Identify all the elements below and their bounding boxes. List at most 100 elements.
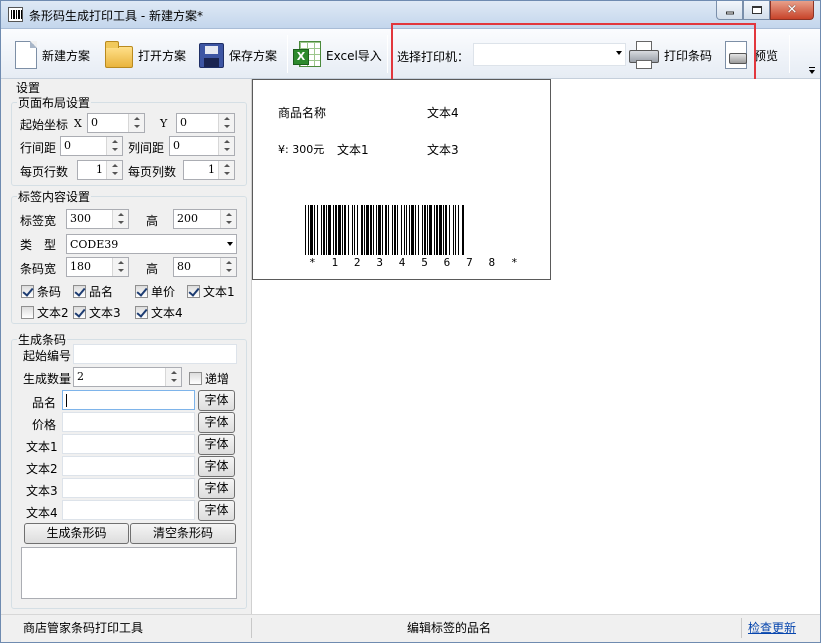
app-window: 条形码生成打印工具 - 新建方案* ✕ 新建方案 打开方案 保存方案 X Exc…: [0, 0, 821, 643]
check-label: 文本1: [203, 285, 235, 299]
window-controls: ✕: [716, 1, 814, 21]
barcode-width-input[interactable]: 180: [66, 257, 129, 277]
label-height-input[interactable]: 200: [173, 209, 237, 229]
spinner-arrows-icon[interactable]: [220, 210, 236, 228]
generate-barcode-button[interactable]: 生成条形码: [24, 523, 129, 544]
text1-font-button[interactable]: 字体: [198, 434, 235, 455]
increment-checkbox[interactable]: 递增: [189, 370, 229, 387]
barcode-human-readable: * 1 2 3 4 5 6 7 8 *: [309, 256, 523, 269]
cols-per-page-value: 1: [208, 163, 215, 176]
row-gap-value: 0: [64, 139, 71, 152]
type-label: 类 型: [20, 238, 57, 252]
clear-barcode-button[interactable]: 清空条形码: [130, 523, 236, 544]
text4-font-button[interactable]: 字体: [198, 500, 235, 521]
barcode-app-icon: [8, 7, 23, 22]
text3-input[interactable]: [62, 478, 195, 498]
text2-font-button[interactable]: 字体: [198, 456, 235, 477]
status-divider: [251, 618, 252, 638]
x-input[interactable]: 0: [87, 113, 145, 133]
preview-text3: 文本3: [427, 143, 459, 157]
col-gap-input[interactable]: 0: [169, 136, 235, 156]
barcode-bar: [458, 205, 459, 255]
barcode-bar: [406, 205, 407, 255]
barcode-width-label: 条码宽: [20, 262, 57, 276]
product-name-font-button[interactable]: 字体: [198, 390, 235, 411]
spinner-arrows-icon[interactable]: [112, 258, 128, 276]
barcode-bar: [418, 205, 419, 255]
open-scheme-button[interactable]: 打开方案: [105, 37, 186, 73]
row-gap-label: 行间距: [20, 141, 57, 155]
product-name-input[interactable]: [62, 390, 195, 410]
checkbox-icon: [73, 285, 86, 298]
x-value: 0: [91, 116, 98, 129]
check-text1[interactable]: 文本1: [187, 283, 235, 300]
excel-import-label: Excel导入: [326, 48, 382, 63]
text3-font-button[interactable]: 字体: [198, 478, 235, 499]
toolbar-separator: [387, 35, 388, 73]
start-coord-label: 起始坐标: [20, 118, 69, 132]
label-width-input[interactable]: 300: [66, 209, 129, 229]
toolbar-separator: [789, 35, 790, 73]
barcode-bar: [317, 205, 318, 255]
spinner-arrows-icon[interactable]: [128, 114, 144, 132]
price-font-button[interactable]: 字体: [198, 412, 235, 433]
check-text4[interactable]: 文本4: [135, 304, 183, 321]
barcode-bar: [308, 205, 309, 255]
barcode-type-select[interactable]: CODE39: [66, 234, 237, 254]
spinner-arrows-icon[interactable]: [218, 114, 234, 132]
barcode-bar: [415, 205, 416, 255]
col-gap-value: 0: [173, 139, 180, 152]
barcode-bar: [361, 205, 363, 255]
barcode-bar: [434, 205, 435, 255]
product-name-label: 品名: [32, 396, 57, 410]
cols-per-page-input[interactable]: 1: [183, 160, 235, 180]
text4-input[interactable]: [62, 500, 195, 520]
barcode-bar: [436, 205, 438, 255]
layout-group-title: 页面布局设置: [17, 94, 92, 111]
new-scheme-button[interactable]: 新建方案: [15, 37, 90, 73]
check-text3[interactable]: 文本3: [73, 304, 121, 321]
save-scheme-button[interactable]: 保存方案: [199, 37, 277, 73]
check-text2[interactable]: 文本2: [21, 304, 69, 321]
check-barcode[interactable]: 条码: [21, 283, 61, 300]
x-label: X: [74, 117, 82, 130]
spinner-arrows-icon[interactable]: [165, 368, 181, 386]
spinner-arrows-icon[interactable]: [218, 161, 234, 179]
content-group-title: 标签内容设置: [17, 188, 92, 205]
spinner-arrows-icon[interactable]: [218, 137, 234, 155]
check-update-link[interactable]: 检查更新: [748, 619, 796, 636]
row-gap-input[interactable]: 0: [60, 136, 123, 156]
check-product-name[interactable]: 品名: [73, 283, 113, 300]
price-input[interactable]: [62, 412, 195, 432]
count-input[interactable]: 2: [73, 367, 182, 387]
spinner-arrows-icon[interactable]: [220, 258, 236, 276]
barcode-type-value: CODE39: [70, 238, 119, 251]
close-button[interactable]: ✕: [770, 1, 814, 20]
maximize-button[interactable]: [743, 1, 770, 20]
barcode-height-input[interactable]: 80: [173, 257, 237, 277]
checkbox-icon: [73, 306, 86, 319]
minimize-button[interactable]: [716, 1, 743, 20]
barcode-bar: [338, 205, 341, 255]
spinner-arrows-icon[interactable]: [106, 137, 122, 155]
cols-per-page-label: 每页列数: [128, 165, 177, 179]
spinner-arrows-icon[interactable]: [112, 210, 128, 228]
check-unit-price[interactable]: 单价: [135, 283, 175, 300]
text1-input[interactable]: [62, 434, 195, 454]
label-preview[interactable]: 商品名称 文本4 ¥: 300元 文本1 文本3 * 1 2 3 4 5 6 7…: [252, 79, 551, 280]
toolbar-overflow-button[interactable]: [808, 67, 816, 77]
y-input[interactable]: 0: [176, 113, 235, 133]
preview-text1: 文本1: [337, 143, 369, 157]
barcode-output-textarea[interactable]: [21, 547, 237, 599]
barcode-image: [305, 205, 464, 255]
excel-import-button[interactable]: X Excel导入: [293, 37, 382, 73]
start-number-input[interactable]: [73, 344, 237, 364]
rows-per-page-value: 1: [96, 163, 103, 176]
spinner-arrows-icon[interactable]: [106, 161, 122, 179]
label-width-value: 300: [70, 212, 91, 225]
text2-input[interactable]: [62, 456, 195, 476]
barcode-bar: [352, 205, 353, 255]
checkbox-icon: [21, 306, 34, 319]
rows-per-page-input[interactable]: 1: [77, 160, 123, 180]
barcode-bar: [333, 205, 334, 255]
